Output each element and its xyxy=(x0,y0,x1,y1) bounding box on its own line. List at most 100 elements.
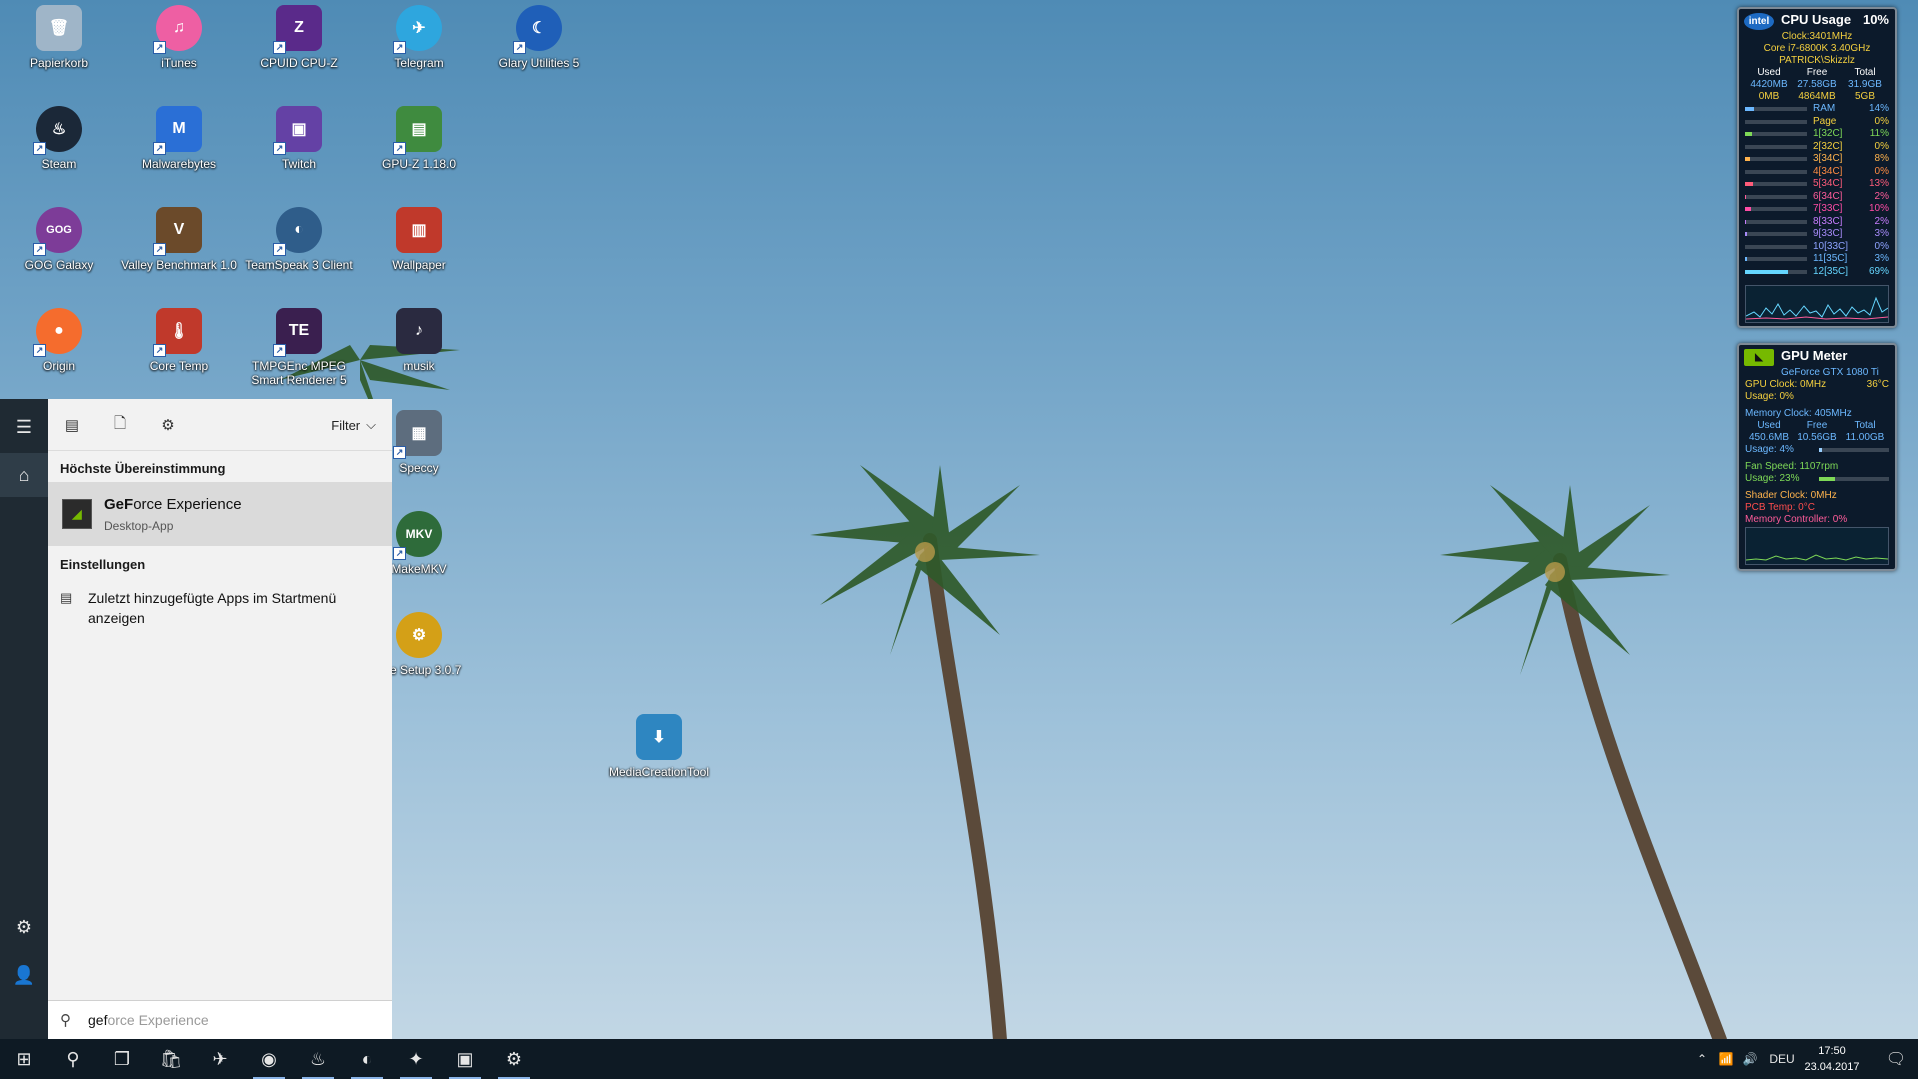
gpu-z-taskbar-button[interactable]: ▣ xyxy=(441,1039,489,1079)
cpu-core-row: RAM 14% xyxy=(1739,103,1895,116)
cpu-core-name: 11[35C] xyxy=(1813,253,1848,265)
taskbar-app-game[interactable]: ✦ xyxy=(392,1039,440,1079)
valley-icon: V ↗ xyxy=(153,207,202,256)
desktop-icon-media-creation-tool[interactable]: ⬇ MediaCreationTool xyxy=(600,714,718,810)
cpu-z-icon: Z ↗ xyxy=(273,5,322,54)
desktop-icon-gpu-z[interactable]: ▤ ↗ GPU-Z 1.18.0 xyxy=(360,106,478,202)
cpu-history-graph xyxy=(1745,285,1889,323)
desktop-icon-origin[interactable]: ● ↗ Origin xyxy=(0,308,118,404)
desktop-icon-steam[interactable]: ♨ ↗ Steam xyxy=(0,106,118,202)
cpu-gadget-title: CPU Usage xyxy=(1781,12,1852,27)
result-subtitle: Desktop-App xyxy=(104,519,174,533)
cpu-core-name: Page xyxy=(1813,115,1837,127)
cpu-core-value: 0% xyxy=(1874,240,1889,252)
gpu-history-graph xyxy=(1745,527,1889,565)
hamburger-menu-icon[interactable]: ☰ xyxy=(0,405,48,449)
desktop-icon-recycle-bin[interactable]: 🗑 Papierkorb xyxy=(0,5,118,101)
desktop-icon-cpu-z[interactable]: Z ↗ CPUID CPU-Z xyxy=(240,5,358,101)
fan-usage-bar xyxy=(1819,477,1889,481)
cpu-core-bar xyxy=(1745,194,1807,199)
settings-filter-icon[interactable]: ⚙ xyxy=(156,413,180,437)
best-match-heading: Höchste Übereinstimmung xyxy=(60,461,226,476)
mem-headers: Used Free Total xyxy=(1757,67,1876,78)
desktop-icon-teamspeak[interactable]: ◐ ↗ TeamSpeak 3 Client xyxy=(240,207,358,303)
gpu-usage: Usage: 0% xyxy=(1745,391,1794,402)
cpu-core-bar xyxy=(1745,144,1807,149)
gpu-gadget-title: GPU Meter xyxy=(1781,348,1848,363)
wallpaper-icon: ▥ xyxy=(396,207,442,253)
desktop-icon-glary-utilities[interactable]: ☾ ↗ Glary Utilities 5 xyxy=(480,5,598,101)
home-icon[interactable]: ⌂ xyxy=(0,453,48,497)
cpu-core-row: 1[32C] 11% xyxy=(1739,128,1895,141)
documents-filter-icon[interactable]: 🗋 xyxy=(108,413,132,437)
gpu-z-icon: ▤ ↗ xyxy=(393,106,442,155)
cpu-core-row: 10[33C] 0% xyxy=(1739,241,1895,254)
best-match-result[interactable]: ◢ GeForce Experience Desktop-App xyxy=(48,482,392,546)
search-results-panel: ▤ 🗋 ⚙ Filter ⌵ Höchste Übereinstimmung ◢… xyxy=(48,399,392,1039)
action-center-icon[interactable]: 🗨 xyxy=(1874,1039,1918,1079)
pcb-temp: PCB Temp: 0°C xyxy=(1745,502,1815,513)
apps-filter-icon[interactable]: ▤ xyxy=(60,413,84,437)
glary-icon: ☾ ↗ xyxy=(513,5,562,54)
settings-result-label: Zuletzt hinzugefügte Apps im Startmenü a… xyxy=(88,590,337,626)
cpu-core-bar xyxy=(1745,107,1807,112)
search-taskbar-button[interactable]: ⚲ xyxy=(49,1039,97,1079)
cpu-core-name: 5[34C] xyxy=(1813,178,1843,190)
fan-usage: Usage: 23% xyxy=(1739,473,1895,485)
geforce-experience-icon: ◢ xyxy=(62,499,92,529)
cpu-core-name: 3[34C] xyxy=(1813,153,1843,165)
cpu-core-value: 11% xyxy=(1869,128,1889,140)
task-view-button[interactable]: ❐ xyxy=(98,1039,146,1079)
gpu-clock-row: GPU Clock: 0MHz 36°C xyxy=(1745,379,1889,390)
show-hidden-icons-chevron-icon[interactable]: ⌃ xyxy=(1690,1052,1714,1066)
cpu-core-row: 3[34C] 8% xyxy=(1739,153,1895,166)
taskbar-app-1[interactable]: ✈ xyxy=(196,1039,244,1079)
network-icon[interactable]: 📶 xyxy=(1714,1052,1738,1066)
clock[interactable]: 17:50 23.04.2017 xyxy=(1802,1043,1862,1075)
desktop-icon-tmpgenc[interactable]: TE ↗ TMPGEnc MPEG Smart Renderer 5 xyxy=(240,308,358,404)
gpu-meter-gadget[interactable]: ◣ GPU Meter GeForce GTX 1080 Ti GPU Cloc… xyxy=(1737,343,1897,571)
cpu-core-value: 8% xyxy=(1874,153,1889,165)
search-filter-toolbar: ▤ 🗋 ⚙ Filter ⌵ xyxy=(48,399,392,451)
steam-taskbar-button[interactable]: ♨ xyxy=(294,1039,342,1079)
desktop-icon-core-temp[interactable]: 🌡 ↗ Core Temp xyxy=(120,308,238,404)
cpu-core-name: 4[34C] xyxy=(1813,165,1843,177)
fan-speed: Fan Speed: 1107rpm xyxy=(1745,461,1839,472)
music-folder-icon: ♪ xyxy=(396,308,442,354)
cpu-usage-gadget[interactable]: intel CPU Usage 10% Clock:3401MHz Core i… xyxy=(1737,7,1897,328)
chrome-button[interactable]: ◉ xyxy=(245,1039,293,1079)
filter-dropdown[interactable]: Filter ⌵ xyxy=(331,417,376,433)
desktop-icon-telegram[interactable]: ✈ ↗ Telegram xyxy=(360,5,478,101)
desktop-icon-valley-benchmark[interactable]: V ↗ Valley Benchmark 1.0 xyxy=(120,207,238,303)
cpu-core-bar xyxy=(1745,244,1807,249)
gpu-mem-headers: Used Free Total xyxy=(1757,420,1876,431)
search-input[interactable]: ⚲ geforce Experience xyxy=(48,1000,392,1039)
taskbar: ⊞ ⚲ ❐ 🛍 ✈ ◉ ♨ ◐ ✦ ▣ ⚙ ⌃ 📶 🔊 DEU 17:50 23.04.2017 🗨 xyxy=(0,1039,1918,1079)
gpu-mem-usage-bar xyxy=(1819,448,1889,452)
settings-taskbar-button[interactable]: ⚙ xyxy=(490,1039,538,1079)
shader-clock: Shader Clock: 0MHz xyxy=(1745,490,1837,501)
cpu-clock: Clock:3401MHz xyxy=(1781,31,1853,42)
start-button[interactable]: ⊞ xyxy=(0,1039,48,1079)
telegram-icon: ✈ ↗ xyxy=(393,5,442,54)
cpu-core-bar xyxy=(1745,157,1807,162)
user-feedback-icon[interactable]: 👤 xyxy=(0,953,48,997)
start-settings-icon: ▤ xyxy=(60,590,73,605)
volume-icon[interactable]: 🔊 xyxy=(1738,1052,1762,1066)
cpu-core-name: 1[32C] xyxy=(1813,128,1843,140)
teamspeak-taskbar-button[interactable]: ◐ xyxy=(343,1039,391,1079)
cpu-core-value: 2% xyxy=(1874,190,1889,202)
search-query: geforce Experience xyxy=(88,1012,209,1028)
settings-gear-icon[interactable]: ⚙ xyxy=(0,905,48,949)
store-button[interactable]: 🛍 xyxy=(147,1039,195,1079)
language-indicator[interactable]: DEU xyxy=(1762,1052,1802,1066)
desktop-icon-musik[interactable]: ♪ musik xyxy=(360,308,478,404)
desktop-icon-itunes[interactable]: ♫ ↗ iTunes xyxy=(120,5,238,101)
desktop-icon-twitch[interactable]: ▣ ↗ Twitch xyxy=(240,106,358,202)
desktop-icon-malwarebytes[interactable]: M ↗ Malwarebytes xyxy=(120,106,238,202)
cpu-core-value: 0% xyxy=(1874,140,1889,152)
gog-icon: GOG ↗ xyxy=(33,207,82,256)
cpu-core-name: 10[33C] xyxy=(1813,240,1849,252)
desktop-icon-wallpaper[interactable]: ▥ Wallpaper xyxy=(360,207,478,303)
desktop-icon-gog-galaxy[interactable]: GOG ↗ GOG Galaxy xyxy=(0,207,118,303)
